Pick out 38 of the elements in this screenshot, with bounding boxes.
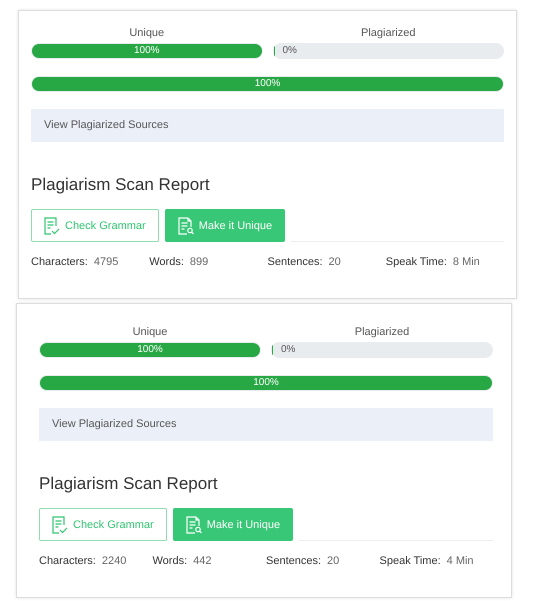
stat-label: Words:: [149, 256, 184, 268]
stat-value: 2240: [102, 555, 126, 567]
progress-reading: 100%: [252, 376, 280, 390]
stat-value: 8 Min: [452, 256, 480, 268]
progress-reading: 100%: [136, 343, 164, 357]
progress-reading: 100%: [254, 77, 282, 91]
sources-link[interactable]: View Plagiarized Sources: [39, 408, 493, 441]
report-title: Plagiarism Scan Report: [39, 474, 219, 494]
checklist-icon: [52, 516, 68, 534]
stat-value: 20: [328, 256, 341, 268]
stat-value: 442: [193, 555, 212, 567]
stat-label: Characters:: [39, 555, 96, 567]
bar-label: Plagiarized: [361, 27, 416, 39]
bar-label: Unique: [132, 326, 168, 338]
bar-label: Unique: [129, 27, 164, 39]
stat-value: 899: [190, 256, 208, 268]
stat-label: Speak Time:: [380, 555, 441, 567]
stat-label: Sentences:: [268, 256, 323, 268]
bar-label: Plagiarized: [354, 326, 410, 338]
report-title: Plagiarism Scan Report: [31, 175, 211, 195]
stat-label: Sentences:: [266, 555, 322, 567]
sources-link[interactable]: View Plagiarized Sources: [31, 109, 504, 142]
unique-button[interactable]: Make it Unique: [172, 508, 294, 541]
stat-label: Speak Time:: [386, 256, 447, 268]
checklist-icon: [44, 216, 60, 234]
unique-button[interactable]: Make it Unique: [164, 209, 286, 242]
stat-label: Characters:: [31, 256, 88, 268]
progress-reading: 0%: [281, 343, 296, 357]
grammar-button[interactable]: Check Grammar: [39, 508, 167, 541]
stat-value: 4 Min: [446, 555, 474, 567]
stat-value: 20: [327, 555, 340, 567]
progress-reading: 0%: [282, 44, 297, 58]
document-search-icon: [186, 516, 202, 534]
grammar-button[interactable]: Check Grammar: [31, 209, 159, 242]
document-search-icon: [178, 216, 194, 234]
stat-value: 4795: [94, 256, 118, 268]
progress-reading: 100%: [132, 44, 161, 58]
stat-label: Words:: [152, 555, 188, 567]
